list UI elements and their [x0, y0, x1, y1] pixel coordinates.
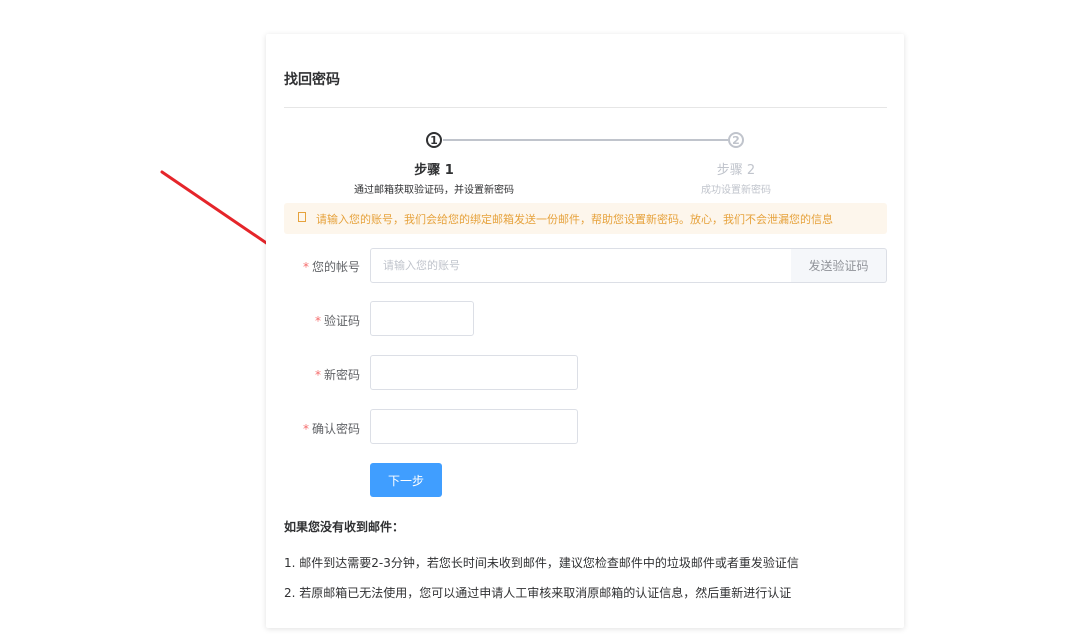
help-item-1: 1. 邮件到达需要2-3分钟，若您长时间未收到邮件，建议您检查邮件中的垃圾邮件或… — [284, 556, 799, 570]
step-2-title: 步骤 2 — [716, 163, 756, 178]
alert-text: 请输入您的账号，我们会给您的绑定邮箱发送一份邮件，帮助您设置新密码。放心，我们不… — [316, 212, 833, 226]
required-mark: * — [314, 314, 321, 328]
code-label: * 验证码 — [314, 314, 360, 328]
step-2-icon: 2 — [728, 132, 744, 148]
info-alert: 请输入您的账号，我们会给您的绑定邮箱发送一份邮件，帮助您设置新密码。放心，我们不… — [284, 203, 887, 234]
required-mark: * — [302, 260, 309, 274]
step-1-icon: 1 — [426, 132, 442, 148]
help-item-2: 2. 若原邮箱已无法使用，您可以通过申请人工审核来取消原邮箱的认证信息，然后重新… — [284, 586, 792, 600]
next-step-button[interactable]: 下一步 — [370, 463, 442, 497]
required-mark: * — [314, 368, 321, 382]
required-mark: * — [302, 422, 309, 436]
page-title: 找回密码 — [284, 72, 340, 88]
warning-icon — [298, 211, 306, 222]
step-2-description: 成功设置新密码 — [701, 185, 771, 196]
reset-password-card: 找回密码 1 2 步骤 1 通过邮箱获取验证码，并设置新密码 步骤 2 成功设置… — [266, 34, 904, 628]
help-title: 如果您没有收到邮件： — [284, 520, 405, 534]
account-label: * 您的帐号 — [302, 260, 360, 274]
account-input[interactable] — [370, 248, 792, 283]
step-1-description: 通过邮箱获取验证码，并设置新密码 — [354, 185, 514, 196]
step-1-title: 步骤 1 — [414, 163, 454, 178]
new-password-input[interactable] — [370, 355, 578, 390]
step-connector-line — [443, 139, 728, 141]
new-password-label: * 新密码 — [314, 368, 360, 382]
code-input[interactable] — [370, 301, 474, 336]
title-divider — [284, 107, 887, 108]
confirm-password-label: * 确认密码 — [302, 422, 360, 436]
confirm-password-input[interactable] — [370, 409, 578, 444]
send-code-button[interactable]: 发送验证码 — [791, 248, 887, 283]
